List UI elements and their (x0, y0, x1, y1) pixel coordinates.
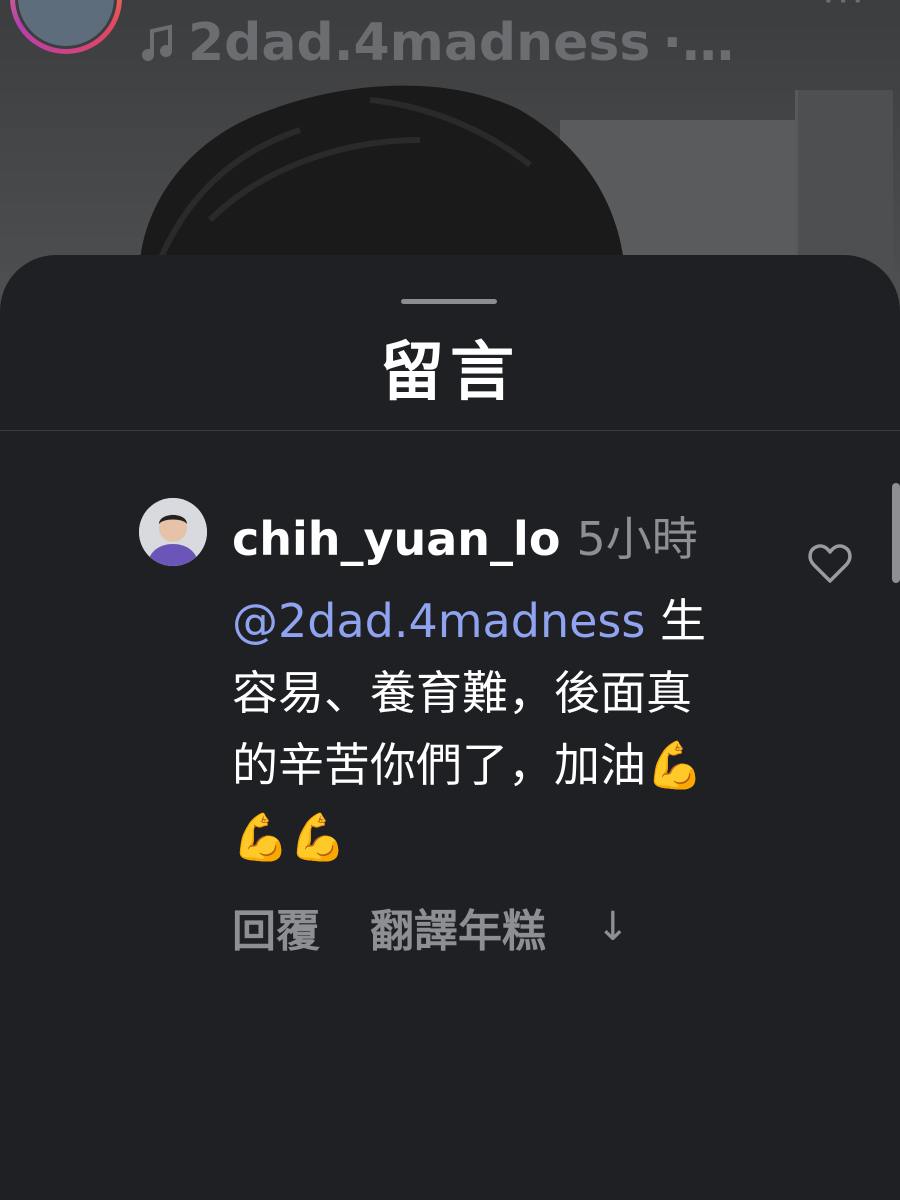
separator-dot: ·… (662, 13, 735, 73)
comment-avatar[interactable] (139, 498, 207, 566)
comment-time: 5小時 (576, 512, 698, 566)
scrollbar[interactable] (892, 483, 900, 583)
sheet-title: 留言 (380, 336, 520, 410)
more-icon[interactable]: ··· (822, 0, 866, 24)
comment-text: @2dad.4madness 生容易、養育難，後面真的辛苦你們了，加油💪💪💪 (232, 585, 732, 873)
translate-button[interactable]: 翻譯年糕 (370, 895, 546, 959)
comment-header: chih_yuan_lo 5小時 (232, 503, 732, 575)
heart-icon[interactable] (806, 539, 854, 587)
divider (0, 430, 900, 431)
video-username[interactable]: 2dad.4madness (188, 13, 650, 73)
comments-sheet: 留言 chih_yuan_lo 5小時 @2dad.4madness 生容易、養… (0, 255, 900, 1200)
drag-handle[interactable] (401, 299, 497, 304)
expand-arrow-icon[interactable]: ↓ (596, 904, 630, 950)
comment-body: chih_yuan_lo 5小時 @2dad.4madness 生容易、養育難，… (232, 503, 732, 959)
comment-username[interactable]: chih_yuan_lo (232, 512, 560, 566)
music-note-icon (142, 24, 172, 61)
video-header: 2dad.4madness ·… (140, 8, 734, 78)
reply-button[interactable]: 回覆 (232, 895, 320, 959)
mention-link[interactable]: @2dad.4madness (232, 594, 645, 648)
comment-actions: 回覆 翻譯年糕 ↓ (232, 895, 732, 959)
